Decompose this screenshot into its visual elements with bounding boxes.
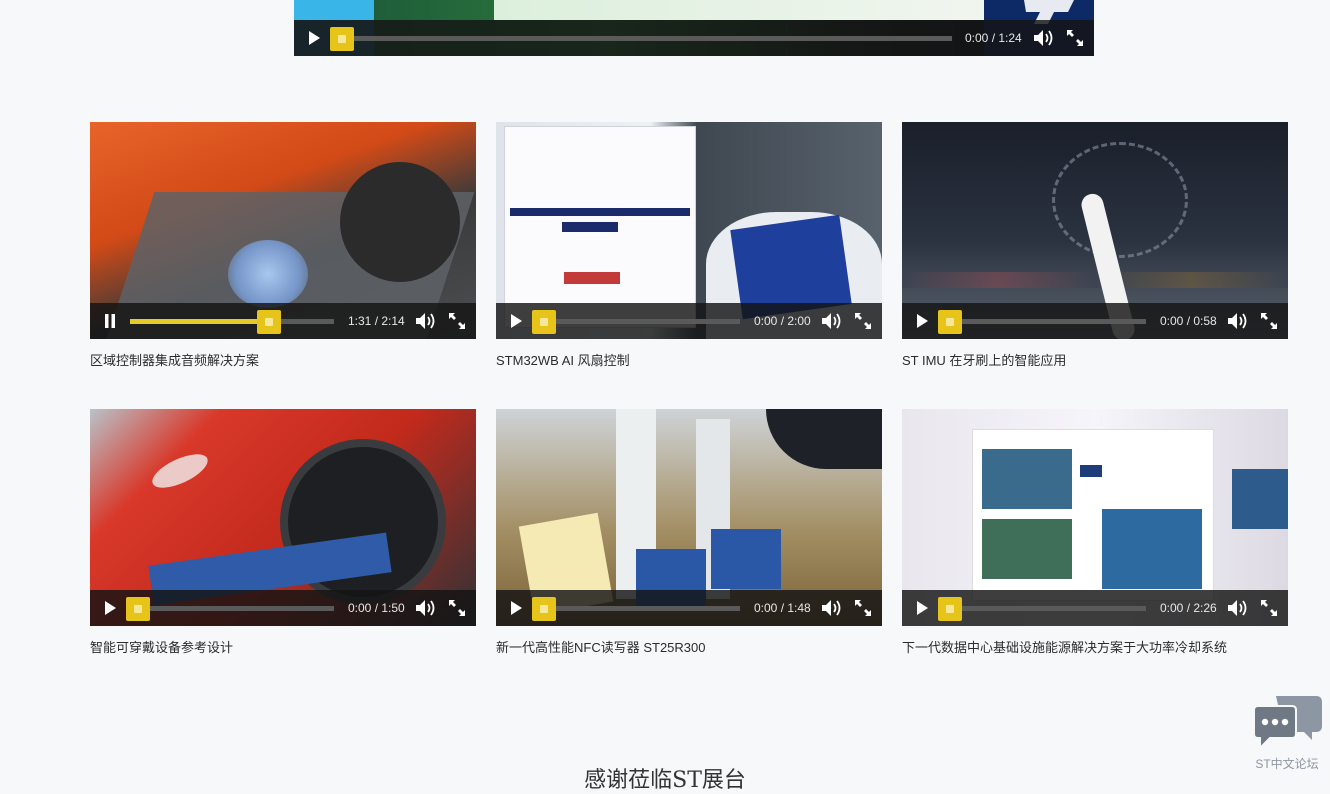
seek-bar[interactable] bbox=[938, 310, 1146, 334]
time-display: 0:00 / 2:00 bbox=[754, 314, 811, 328]
play-button[interactable] bbox=[908, 590, 936, 626]
video-card: 0:00 / 2:26 下一代数据中心基础设施能源解决方案于大功率冷却系统 bbox=[902, 409, 1288, 656]
fullscreen-button[interactable] bbox=[851, 590, 875, 626]
video-player[interactable]: 0:00 / 1:48 bbox=[496, 409, 882, 626]
thanks-heading: 感谢莅临ST展台 bbox=[584, 768, 746, 793]
play-icon bbox=[917, 601, 928, 615]
video-card: 0:00 / 1:50 智能可穿戴设备参考设计 bbox=[90, 409, 476, 656]
play-button[interactable] bbox=[502, 590, 530, 626]
video-title[interactable]: STM32WB AI 风扇控制 bbox=[496, 353, 882, 369]
time-display: 0:00 / 2:26 bbox=[1160, 601, 1217, 615]
play-icon bbox=[511, 601, 522, 615]
fullscreen-button[interactable] bbox=[851, 303, 875, 339]
volume-button[interactable] bbox=[1032, 20, 1056, 56]
seek-thumb[interactable] bbox=[126, 597, 150, 621]
volume-icon bbox=[416, 313, 435, 329]
top-video-player[interactable]: 0:00 / 1:24 bbox=[294, 0, 1094, 56]
volume-icon bbox=[1034, 30, 1053, 46]
time-display: 1:31 / 2:14 bbox=[348, 314, 405, 328]
video-title[interactable]: 下一代数据中心基础设施能源解决方案于大功率冷却系统 bbox=[902, 640, 1288, 656]
time-display: 0:00 / 1:24 bbox=[965, 31, 1022, 45]
video-player[interactable]: 1:31 / 2:14 bbox=[90, 122, 476, 339]
play-button[interactable] bbox=[908, 303, 936, 339]
volume-icon bbox=[822, 313, 841, 329]
fullscreen-icon bbox=[449, 600, 465, 616]
video-title[interactable]: 智能可穿戴设备参考设计 bbox=[90, 640, 476, 656]
video-card: 1:31 / 2:14 区域控制器集成音频解决方案 bbox=[90, 122, 476, 369]
video-controls: 0:00 / 2:00 bbox=[496, 303, 882, 339]
time-display: 0:00 / 1:48 bbox=[754, 601, 811, 615]
seek-bar[interactable] bbox=[532, 310, 740, 334]
volume-button[interactable] bbox=[820, 590, 844, 626]
video-title[interactable]: ST IMU 在牙刷上的智能应用 bbox=[902, 353, 1288, 369]
fullscreen-icon bbox=[855, 600, 871, 616]
fullscreen-icon bbox=[1067, 30, 1083, 46]
fullscreen-button[interactable] bbox=[445, 303, 469, 339]
video-card: 0:00 / 2:00 STM32WB AI 风扇控制 bbox=[496, 122, 882, 369]
volume-icon bbox=[416, 600, 435, 616]
fullscreen-icon bbox=[855, 313, 871, 329]
play-icon bbox=[511, 314, 522, 328]
play-button[interactable] bbox=[502, 303, 530, 339]
volume-icon bbox=[1228, 600, 1247, 616]
seek-bar[interactable] bbox=[938, 597, 1146, 621]
video-title[interactable]: 区域控制器集成音频解决方案 bbox=[90, 353, 476, 369]
seek-fill bbox=[130, 319, 269, 324]
fullscreen-button[interactable] bbox=[1257, 303, 1281, 339]
volume-button[interactable] bbox=[414, 303, 438, 339]
volume-button[interactable] bbox=[1226, 590, 1250, 626]
fullscreen-icon bbox=[1261, 313, 1277, 329]
volume-icon bbox=[822, 600, 841, 616]
video-controls: 0:00 / 2:26 bbox=[902, 590, 1288, 626]
fullscreen-button[interactable] bbox=[445, 590, 469, 626]
seek-thumb[interactable] bbox=[532, 310, 556, 334]
pause-icon bbox=[105, 314, 115, 328]
video-player[interactable]: 0:00 / 1:50 bbox=[90, 409, 476, 626]
video-controls: 1:31 / 2:14 bbox=[90, 303, 476, 339]
time-display: 0:00 / 0:58 bbox=[1160, 314, 1217, 328]
video-controls: 0:00 / 1:24 bbox=[294, 20, 1094, 56]
seek-bar[interactable] bbox=[126, 597, 334, 621]
play-button[interactable] bbox=[300, 20, 328, 56]
forum-label: ST中文论坛 bbox=[1255, 757, 1319, 771]
forum-chat-widget[interactable]: ST中文论坛 bbox=[1248, 692, 1326, 774]
play-icon bbox=[917, 314, 928, 328]
video-player[interactable]: 0:00 / 0:58 bbox=[902, 122, 1288, 339]
time-display: 0:00 / 1:50 bbox=[348, 601, 405, 615]
video-frame-decor bbox=[294, 0, 374, 20]
video-player[interactable]: 0:00 / 2:00 bbox=[496, 122, 882, 339]
fullscreen-icon bbox=[449, 313, 465, 329]
seek-bar[interactable] bbox=[330, 27, 952, 51]
seek-thumb[interactable] bbox=[330, 27, 354, 51]
play-icon bbox=[105, 601, 116, 615]
seek-bar[interactable] bbox=[130, 310, 334, 334]
fullscreen-icon bbox=[1261, 600, 1277, 616]
video-frame-decor bbox=[494, 0, 1014, 20]
volume-icon bbox=[1228, 313, 1247, 329]
seek-bar[interactable] bbox=[532, 597, 740, 621]
video-controls: 0:00 / 1:50 bbox=[90, 590, 476, 626]
video-title[interactable]: 新一代高性能NFC读写器 ST25R300 bbox=[496, 640, 882, 656]
chat-bubble-icon bbox=[1253, 696, 1322, 751]
video-controls: 0:00 / 0:58 bbox=[902, 303, 1288, 339]
video-card: 0:00 / 1:48 新一代高性能NFC读写器 ST25R300 bbox=[496, 409, 882, 656]
play-button[interactable] bbox=[96, 590, 124, 626]
volume-button[interactable] bbox=[414, 590, 438, 626]
video-controls: 0:00 / 1:48 bbox=[496, 590, 882, 626]
volume-button[interactable] bbox=[1226, 303, 1250, 339]
fullscreen-button[interactable] bbox=[1063, 20, 1087, 56]
seek-thumb[interactable] bbox=[938, 597, 962, 621]
seek-thumb[interactable] bbox=[257, 310, 281, 334]
seek-thumb[interactable] bbox=[938, 310, 962, 334]
fullscreen-button[interactable] bbox=[1257, 590, 1281, 626]
video-player[interactable]: 0:00 / 2:26 bbox=[902, 409, 1288, 626]
pause-button[interactable] bbox=[96, 303, 124, 339]
seek-thumb[interactable] bbox=[532, 597, 556, 621]
play-icon bbox=[309, 31, 320, 45]
volume-button[interactable] bbox=[820, 303, 844, 339]
video-card: 0:00 / 0:58 ST IMU 在牙刷上的智能应用 bbox=[902, 122, 1288, 369]
